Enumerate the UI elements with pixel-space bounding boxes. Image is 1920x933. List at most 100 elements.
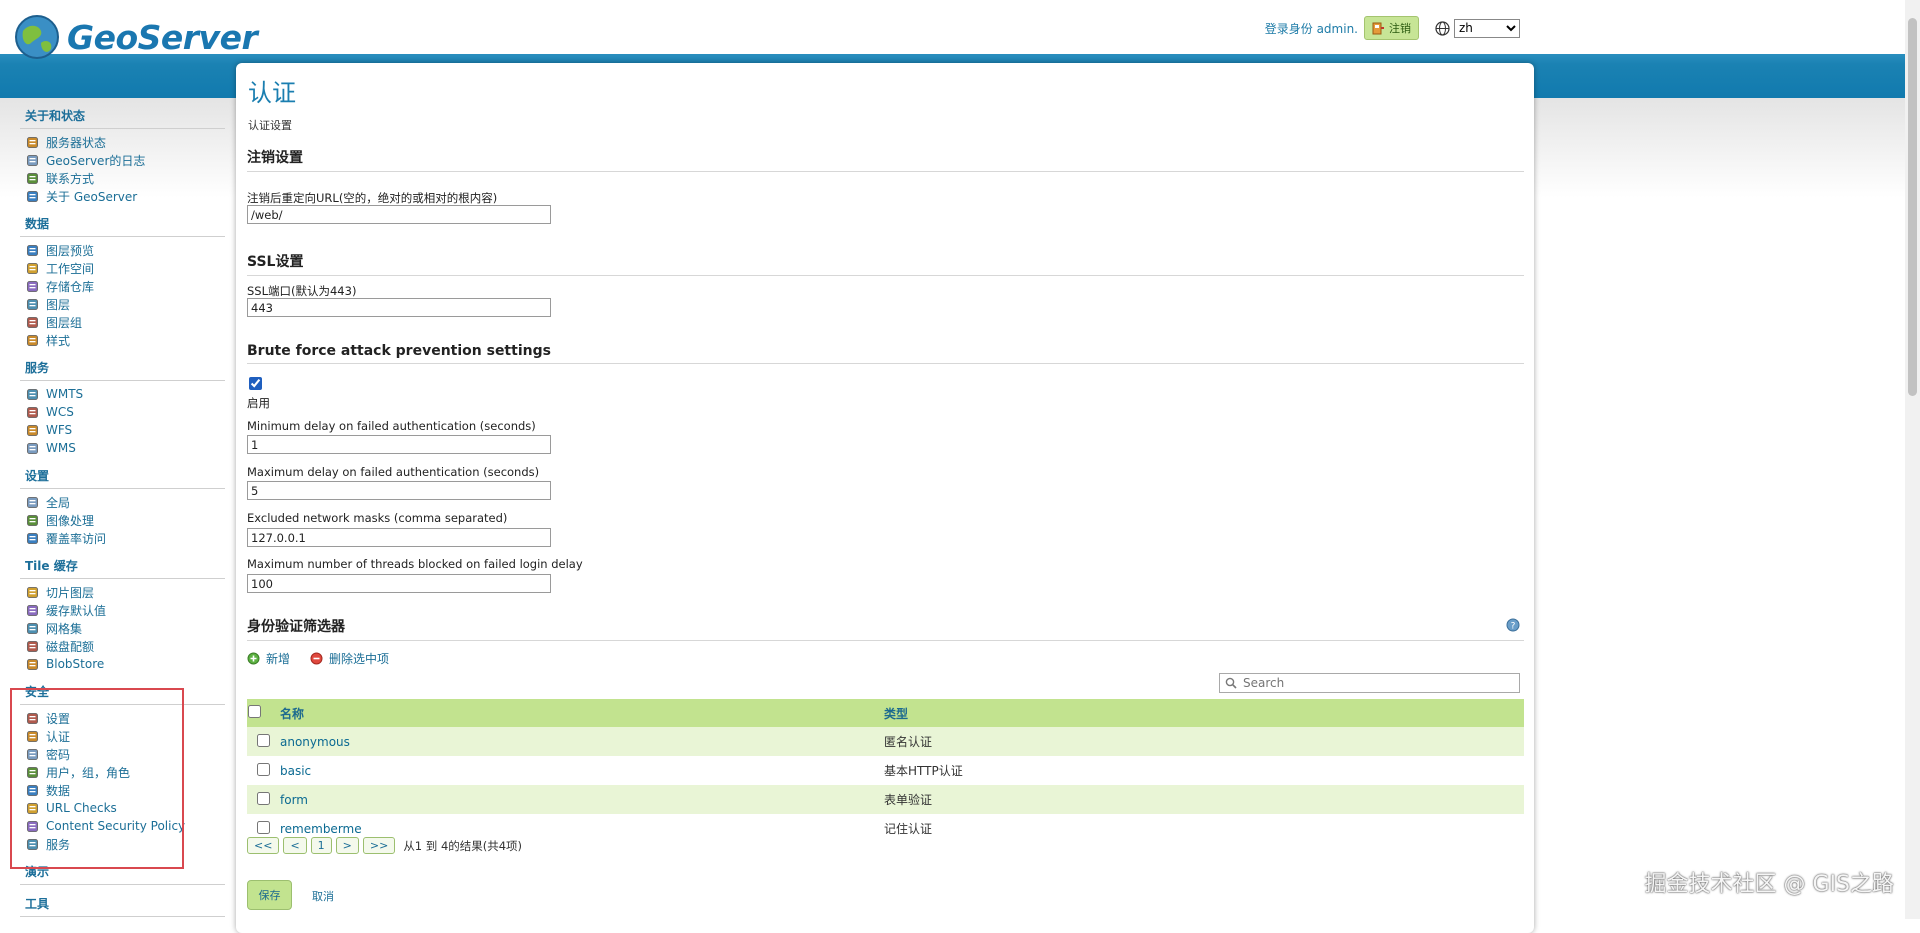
sidebar-item-label[interactable]: 服务器状态 [46, 134, 106, 151]
language-select[interactable]: zh [1454, 18, 1520, 38]
min-delay-label: Minimum delay on failed authentication (… [247, 419, 536, 433]
sidebar-item[interactable]: 网格集 [20, 619, 225, 637]
sidebar-item[interactable]: 覆盖率访问 [20, 529, 225, 547]
search-box[interactable] [1219, 673, 1520, 693]
sidebar-item[interactable]: 图层组 [20, 313, 225, 331]
pager-next-button[interactable]: > [335, 837, 359, 854]
column-header-name[interactable]: 名称 [279, 699, 883, 727]
pager-last-button[interactable]: >> [362, 837, 396, 854]
pager-summary: 从1 到 4的结果(共4项) [403, 838, 523, 853]
row-checkbox[interactable] [256, 791, 270, 805]
remove-selected-link[interactable]: 删除选中项 [310, 650, 389, 667]
svg-text:?: ? [1511, 622, 1516, 632]
sidebar-item-icon [25, 153, 39, 167]
sidebar-item-label[interactable]: 图像处理 [46, 512, 94, 529]
page-scrollbar[interactable] [1905, 0, 1920, 919]
row-checkbox[interactable] [256, 733, 270, 747]
sidebar-item-label[interactable]: 网格集 [46, 620, 82, 637]
sidebar-item[interactable]: WMS [20, 439, 225, 457]
redirect-url-input[interactable] [247, 205, 551, 224]
sidebar-item[interactable]: 缓存默认值 [20, 601, 225, 619]
row-checkbox[interactable] [256, 762, 270, 776]
sidebar-item-label[interactable]: GeoServer的日志 [46, 152, 145, 169]
min-delay-input[interactable] [247, 435, 551, 454]
max-threads-label: Maximum number of threads blocked on fai… [247, 557, 583, 571]
logout-button[interactable]: 注销 [1364, 16, 1419, 40]
max-delay-input[interactable] [247, 481, 551, 500]
sidebar-item-label[interactable]: 磁盘配额 [46, 638, 94, 655]
geoserver-logo[interactable]: GeoServer [13, 12, 258, 62]
filter-name-link[interactable]: form [280, 793, 308, 807]
add-filter-link[interactable]: 新增 [247, 650, 290, 667]
sidebar-item[interactable]: BlobStore [20, 655, 225, 673]
sidebar-item[interactable]: 图像处理 [20, 511, 225, 529]
help-icon[interactable]: ? [1506, 618, 1520, 632]
network-masks-input[interactable] [247, 528, 551, 547]
sidebar-group: 工具 [20, 895, 225, 927]
sidebar-item[interactable]: 图层预览 [20, 241, 225, 259]
security-highlight-box [10, 688, 184, 869]
sidebar-item-icon [25, 279, 39, 293]
filter-name-link[interactable]: anonymous [280, 735, 350, 749]
sidebar-item-label[interactable]: 缓存默认值 [46, 602, 106, 619]
filters-table: 名称 类型 anonymous 匿名认证 basic 基本HTTP认证 form… [247, 699, 1524, 843]
filter-type-cell: 记住认证 [884, 822, 933, 836]
column-header-type[interactable]: 类型 [883, 699, 1524, 727]
save-button[interactable]: 保存 [247, 880, 292, 910]
filter-name-link[interactable]: rememberme [280, 822, 362, 836]
bruteforce-enabled-checkbox[interactable] [249, 377, 262, 390]
sidebar-item[interactable]: 工作空间 [20, 259, 225, 277]
sidebar-item[interactable]: 全局 [20, 493, 225, 511]
sidebar-item-label[interactable]: 工作空间 [46, 260, 94, 277]
sidebar-item[interactable]: 切片图层 [20, 583, 225, 601]
sidebar-item-label[interactable]: 存储仓库 [46, 278, 94, 295]
pager-page-button[interactable]: 1 [310, 837, 332, 854]
filter-name-link[interactable]: basic [280, 764, 311, 778]
sidebar-item-label[interactable]: 切片图层 [46, 584, 94, 601]
sidebar-item-label[interactable]: 联系方式 [46, 170, 94, 187]
sidebar-item-label[interactable]: 关于 GeoServer [46, 188, 137, 205]
sidebar-item[interactable]: 联系方式 [20, 169, 225, 187]
page-subtitle: 认证设置 [248, 119, 292, 132]
sidebar-item-icon [25, 135, 39, 149]
search-input[interactable] [1241, 675, 1515, 691]
sidebar-item[interactable]: 图层 [20, 295, 225, 313]
sidebar-group-list: 全局 图像处理 覆盖率访问 [20, 488, 225, 557]
sidebar-group-list [20, 884, 225, 895]
ssl-port-input[interactable] [247, 298, 551, 317]
sidebar-item[interactable]: WFS [20, 421, 225, 439]
sidebar-item[interactable]: GeoServer的日志 [20, 151, 225, 169]
sidebar-item[interactable]: 样式 [20, 331, 225, 349]
sidebar-item-label[interactable]: WMS [46, 441, 76, 455]
sidebar-item[interactable]: WCS [20, 403, 225, 421]
sidebar-item[interactable]: 存储仓库 [20, 277, 225, 295]
cancel-link[interactable]: 取消 [312, 888, 334, 904]
scrollbar-thumb[interactable] [1908, 18, 1917, 396]
sidebar-item-label[interactable]: WFS [46, 423, 72, 437]
sidebar-item-label[interactable]: 覆盖率访问 [46, 530, 106, 547]
row-checkbox[interactable] [256, 820, 270, 834]
sidebar-item-label[interactable]: WMTS [46, 387, 83, 401]
pager-first-button[interactable]: << [247, 837, 280, 854]
sidebar-item-label[interactable]: 图层组 [46, 314, 82, 331]
sidebar-item[interactable]: 服务器状态 [20, 133, 225, 151]
sidebar-item-label[interactable]: 图层预览 [46, 242, 94, 259]
user-area: 登录身份 admin. 注销 zh [1265, 16, 1520, 40]
sidebar-item-label[interactable]: 样式 [46, 332, 70, 349]
sidebar-group-title: 设置 [25, 469, 50, 483]
sidebar-item-icon [25, 261, 39, 275]
filter-name-cell: form [279, 785, 883, 814]
sidebar-item-label[interactable]: WCS [46, 405, 74, 419]
sidebar-item-label[interactable]: 图层 [46, 296, 70, 313]
sidebar-item-label[interactable]: 全局 [46, 494, 70, 511]
add-icon [247, 652, 260, 665]
max-threads-input[interactable] [247, 574, 551, 593]
pager-prev-button[interactable]: < [283, 837, 307, 854]
sidebar-item-label[interactable]: BlobStore [46, 657, 104, 671]
sidebar-item[interactable]: 磁盘配额 [20, 637, 225, 655]
bruteforce-section-title: Brute force attack prevention settings [247, 343, 1524, 364]
sidebar-item[interactable]: 关于 GeoServer [20, 187, 225, 205]
select-all-checkbox[interactable] [248, 705, 261, 718]
sidebar-item[interactable]: WMTS [20, 385, 225, 403]
sidebar-group: 关于和状态 服务器状态 GeoServer的日志 联系方式 关于 GeoServer [20, 107, 225, 215]
